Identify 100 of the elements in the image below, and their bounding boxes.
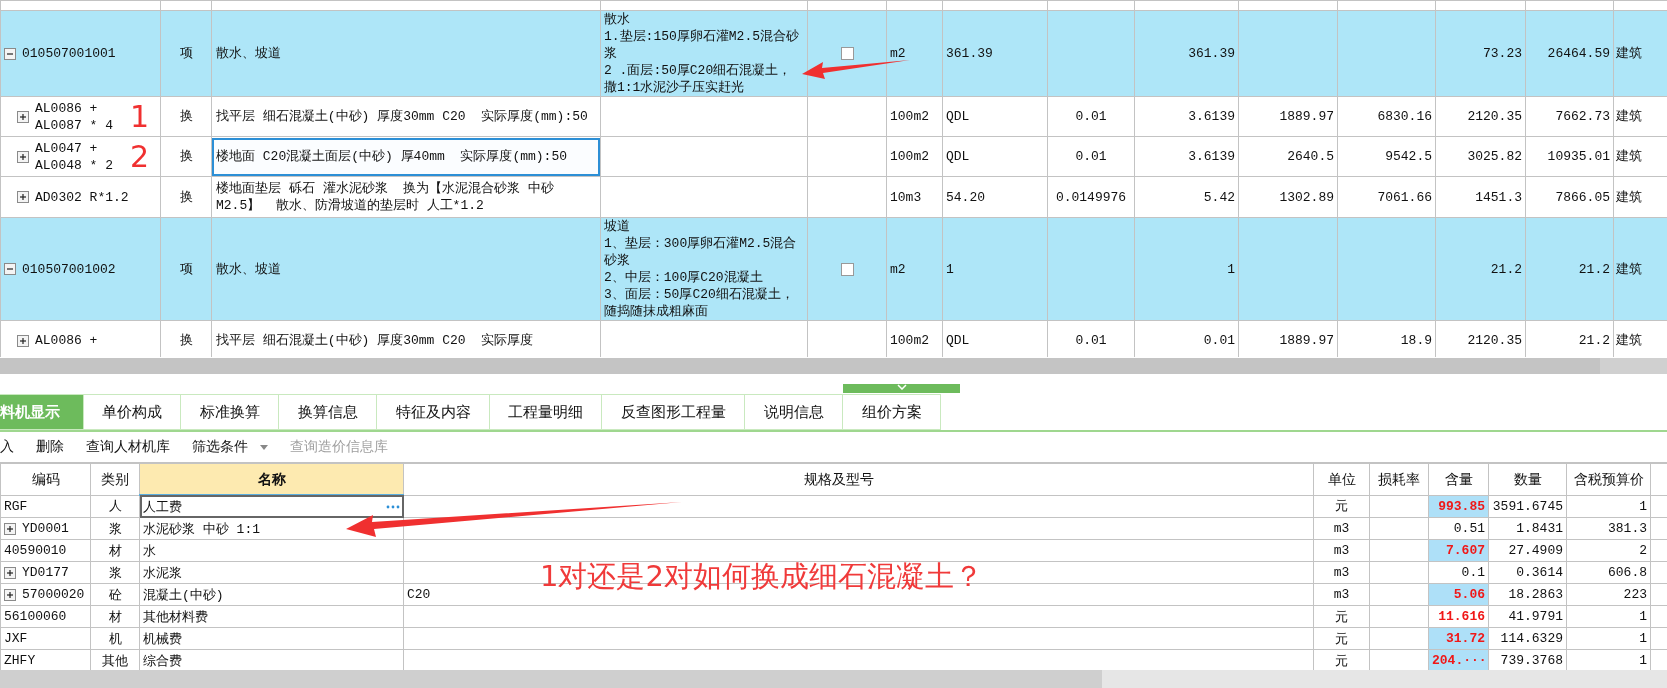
material-type: 浆 (108, 521, 122, 537)
tab[interactable]: 工程量明细 (490, 394, 602, 430)
collapse-icon[interactable] (4, 263, 16, 275)
column-header[interactable]: 含量 (1428, 463, 1489, 495)
price-value: 1 (1639, 609, 1647, 624)
toolbar-button[interactable]: 查询人材机库 (86, 438, 170, 456)
chevron-down-icon (896, 384, 907, 390)
material-code: 40590010 (4, 543, 67, 558)
amount-value: 11.616 (1438, 609, 1485, 624)
material-name: 人工费 (143, 498, 182, 516)
amount-value: 204.··· (1432, 653, 1487, 668)
item-type: 换 (179, 189, 193, 205)
item-name: 找平层 细石混凝土(中砂) 厚度30mm C20 实际厚度(mm):50 (215, 108, 589, 126)
material-type: 砼 (108, 587, 122, 603)
unit-cell: 元 (1335, 609, 1348, 625)
column-header[interactable]: 单位 (1313, 463, 1370, 495)
cell-value: 73.23 (1483, 46, 1522, 61)
item-type: 换 (179, 109, 193, 124)
filter-dropdown[interactable]: 筛选条件 (192, 438, 268, 456)
name-edit-cell[interactable]: 人工费 (139, 495, 404, 518)
item-type: 换 (179, 333, 193, 348)
cell-value: 0.01 (1075, 333, 1107, 348)
horizontal-scrollbar[interactable] (0, 358, 1667, 374)
item-name: 找平层 细石混凝土(中砂) 厚度30mm C20 实际厚度 (215, 332, 535, 350)
item-name: 散水、坡道 (215, 45, 282, 63)
amount-value: 0.51 (1453, 521, 1485, 536)
material-code: JXF (4, 631, 28, 646)
column-header[interactable]: 类别 (90, 463, 140, 495)
expand-icon[interactable] (4, 588, 16, 601)
expand-icon[interactable] (17, 334, 29, 347)
quantity-value: 739.3768 (1500, 653, 1563, 668)
cell-value: 5.42 (1203, 189, 1235, 205)
cell-value: 21.2 (1578, 333, 1610, 348)
item-code: 010507001002 (22, 260, 116, 278)
unit-cell: 元 (1335, 499, 1348, 515)
tab[interactable]: 反查图形工程量 (602, 394, 745, 430)
quantity-expression: QDL (946, 333, 970, 348)
column-header[interactable]: 名称 (139, 463, 404, 495)
checkbox[interactable] (840, 262, 854, 276)
quantity-expression: QDL (946, 149, 970, 164)
expand-icon[interactable] (4, 566, 16, 579)
quantity-value: 18.2863 (1508, 587, 1563, 602)
horizontal-scrollbar[interactable] (0, 670, 1667, 688)
price-value: 2 (1639, 543, 1647, 558)
unit-cell: m2 (890, 46, 906, 61)
tab[interactable]: 说明信息 (745, 394, 843, 430)
material-type: 材 (108, 609, 122, 625)
unit-cell: 元 (1335, 631, 1348, 647)
checkbox[interactable] (840, 47, 854, 61)
material-code: 57000020 (22, 587, 85, 602)
annotation-number: 2 (130, 142, 150, 172)
cell-value: 3.6139 (1188, 149, 1235, 164)
tab[interactable]: 单价构成 (84, 394, 181, 430)
quantity-value: 27.4909 (1508, 543, 1563, 558)
cell-value: 建筑 (1616, 189, 1642, 205)
cell-value: 0.01 (1075, 109, 1107, 124)
tab[interactable]: 换算信息 (279, 394, 377, 430)
item-code: AL0086 + (35, 332, 98, 349)
cell-value: 建筑 (1616, 333, 1642, 348)
cell-value: 2640.5 (1287, 149, 1334, 164)
price-value: 606.8 (1608, 565, 1647, 580)
cell-value: 7866.05 (1555, 189, 1610, 205)
quantity-value: 1.8431 (1516, 521, 1563, 536)
collapse-icon[interactable] (4, 47, 16, 60)
unit-cell: 10m3 (890, 189, 922, 205)
column-header[interactable]: 编码 (0, 463, 91, 495)
quantity-value: 3591.6745 (1492, 498, 1563, 514)
more-icon[interactable] (386, 504, 400, 509)
name-cell[interactable]: 楼地面 C20混凝土面层(中砂) 厚40mm 实际厚度(mm):50 (212, 137, 600, 176)
column-header[interactable]: 含税预算价 (1566, 463, 1651, 495)
material-name: 水 (143, 543, 156, 559)
annotation-number: 1 (130, 102, 150, 132)
material-type: 人 (108, 499, 122, 515)
cell-value: 26464.59 (1547, 46, 1610, 61)
cell-value: 361.39 (1188, 46, 1235, 61)
material-type: 浆 (108, 565, 122, 581)
toolbar-button[interactable]: 入 (0, 438, 14, 456)
amount-value: 993.85 (1438, 498, 1485, 514)
material-code: 56100060 (4, 609, 67, 624)
tab[interactable]: 标准换算 (181, 394, 279, 430)
tab[interactable]: 特征及内容 (377, 394, 490, 430)
column-header[interactable]: 损耗率 (1369, 463, 1429, 495)
unit-cell: 100m2 (890, 149, 929, 164)
splitter-handle[interactable] (843, 384, 960, 393)
cell-value: 21.2 (1578, 261, 1610, 277)
toolbar-button[interactable]: 删除 (36, 438, 64, 456)
tab[interactable]: 组价方案 (843, 394, 941, 430)
expand-icon[interactable] (17, 110, 29, 123)
material-type: 材 (108, 543, 122, 559)
item-type: 项 (179, 261, 193, 277)
cell-value: 18.9 (1400, 333, 1432, 348)
expand-icon[interactable] (17, 191, 29, 203)
material-name: 机械费 (143, 631, 182, 647)
expand-icon[interactable] (17, 150, 29, 163)
column-header[interactable]: 数量 (1488, 463, 1567, 495)
quantity-value: 0.3614 (1516, 565, 1563, 580)
expand-icon[interactable] (4, 522, 16, 535)
quantity-expression: 54.20 (946, 189, 985, 205)
column-header[interactable]: 规格及型号 (403, 463, 1314, 495)
unit-cell: m3 (1333, 587, 1350, 602)
